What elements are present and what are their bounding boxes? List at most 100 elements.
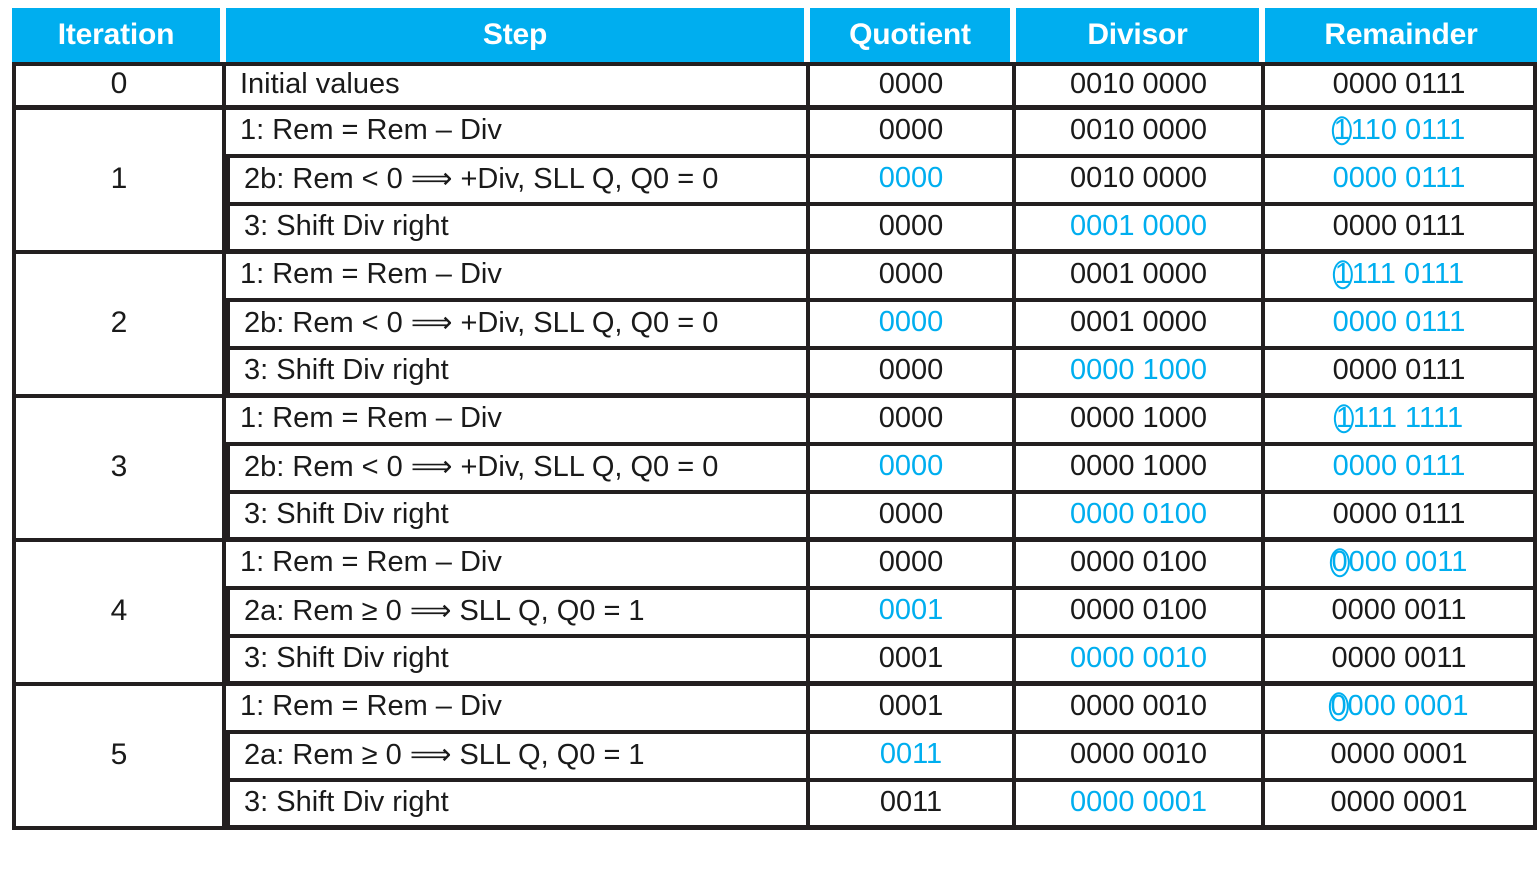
remainder-bits: 110 0111 [1350, 114, 1466, 146]
cell-step: 1: Rem = Rem – Div [226, 542, 810, 590]
cell-divisor: 0000 1000 [1016, 398, 1265, 446]
cell-divisor: 0001 0000 [1016, 206, 1265, 254]
cell-remainder: 0000 0001 [1265, 686, 1537, 734]
cell-remainder: 0000 0111 [1265, 206, 1537, 254]
cell-quotient: 0000 [810, 158, 1016, 206]
table-row: 2b: Rem < 0 ⟹ +Div, SLL Q, Q0 = 0 0000 000… [12, 446, 1537, 494]
cell-iteration: 2 [12, 254, 226, 398]
cell-divisor: 0010 0000 [1016, 110, 1265, 158]
table-row: 2a: Rem ≥ 0 ⟹ SLL Q, Q0 = 1 0001 0000 0100… [12, 590, 1537, 638]
table-row: 3: Shift Div right 0001 0000 0010 0000 0011 [12, 638, 1537, 686]
cell-step: 2b: Rem < 0 ⟹ +Div, SLL Q, Q0 = 0 [226, 302, 810, 350]
cell-remainder: 1110 0111 [1265, 110, 1537, 158]
table-row: 3: Shift Div right 0000 0001 0000 0000 0111 [12, 206, 1537, 254]
table-row: 1 1: Rem = Rem – Div 0000 0010 0000 1110 011… [12, 110, 1537, 254]
cell-quotient: 0000 [810, 254, 1016, 302]
table-row: 3 1: Rem = Rem – Div 0000 0000 1000 1111 111… [12, 398, 1537, 542]
cell-quotient: 0000 [810, 446, 1016, 494]
cell-step: 2a: Rem ≥ 0 ⟹ SLL Q, Q0 = 1 [226, 590, 810, 638]
cell-remainder: 0000 0111 [1265, 446, 1537, 494]
cell-remainder: 0000 0111 [1265, 494, 1537, 542]
column-header-quotient: Quotient [810, 8, 1016, 62]
table-row: 4 1: Rem = Rem – Div 0000 0000 0100 0000 001… [12, 542, 1537, 686]
table-header: Iteration Step Quotient Divisor Remainde… [12, 8, 1537, 62]
cell-quotient: 0001 [810, 686, 1016, 734]
cell-divisor: 0000 0010 [1016, 638, 1265, 686]
cell-step: 2b: Rem < 0 ⟹ +Div, SLL Q, Q0 = 0 [226, 446, 810, 494]
cell-divisor: 0010 0000 [1016, 62, 1265, 110]
column-header-iteration: Iteration [12, 8, 226, 62]
cell-divisor: 0000 0100 [1016, 494, 1265, 542]
header-row: Iteration Step Quotient Divisor Remainde… [12, 8, 1537, 62]
cell-quotient: 0000 [810, 542, 1016, 590]
cell-step: 3: Shift Div right [226, 782, 810, 830]
cell-quotient: 0000 [810, 398, 1016, 446]
column-header-remainder: Remainder [1265, 8, 1537, 62]
table-row: 3: Shift Div right 0000 0000 1000 0000 0111 [12, 350, 1537, 398]
cell-step: Initial values [226, 62, 810, 110]
remainder-bits: 000 0011 [1348, 546, 1468, 578]
cell-divisor: 0000 1000 [1016, 446, 1265, 494]
cell-step: 3: Shift Div right [226, 206, 810, 254]
cell-iteration: 3 [12, 398, 226, 542]
cell-divisor: 0000 0010 [1016, 734, 1265, 782]
circled-sign-bit: 1 [1333, 114, 1350, 146]
cell-iteration: 4 [12, 542, 226, 686]
cell-step: 1: Rem = Rem – Div [226, 110, 810, 158]
cell-remainder: 0000 0001 [1265, 782, 1537, 830]
column-header-step: Step [226, 8, 810, 62]
cell-step: 1: Rem = Rem – Div [226, 686, 810, 734]
cell-step: 2b: Rem < 0 ⟹ +Div, SLL Q, Q0 = 0 [226, 158, 810, 206]
cell-remainder: 0000 0111 [1265, 302, 1537, 350]
table-row: 3: Shift Div right 0000 0000 0100 0000 0111 [12, 494, 1537, 542]
circled-sign-bit: 1 [1334, 258, 1351, 290]
cell-quotient: 0001 [810, 590, 1016, 638]
cell-divisor: 0001 0000 [1016, 302, 1265, 350]
cell-step: 1: Rem = Rem – Div [226, 398, 810, 446]
table-row: 2b: Rem < 0 ⟹ +Div, SLL Q, Q0 = 0 0000 000… [12, 302, 1537, 350]
cell-divisor: 0000 0010 [1016, 686, 1265, 734]
cell-divisor: 0000 1000 [1016, 350, 1265, 398]
remainder-bits: 111 0111 [1351, 258, 1465, 290]
cell-remainder: 0000 0011 [1265, 590, 1537, 638]
cell-step: 3: Shift Div right [226, 350, 810, 398]
cell-quotient: 0011 [810, 734, 1016, 782]
cell-remainder: 0000 0111 [1265, 62, 1537, 110]
cell-quotient: 0000 [810, 110, 1016, 158]
table-row: 5 1: Rem = Rem – Div 0001 0000 0010 0000 000… [12, 686, 1537, 830]
table-row: 2b: Rem < 0 ⟹ +Div, SLL Q, Q0 = 0 0000 001… [12, 158, 1537, 206]
cell-quotient: 0000 [810, 206, 1016, 254]
table-row: 0 Initial values 0000 0010 0000 0000 0111 [12, 62, 1537, 110]
cell-divisor: 0000 0100 [1016, 542, 1265, 590]
cell-step: 2a: Rem ≥ 0 ⟹ SLL Q, Q0 = 1 [226, 734, 810, 782]
table-row: 2 1: Rem = Rem – Div 0000 0001 0000 1111 011… [12, 254, 1537, 398]
cell-quotient: 0000 [810, 62, 1016, 110]
cell-iteration: 0 [12, 62, 226, 110]
cell-divisor: 0000 0100 [1016, 590, 1265, 638]
column-header-divisor: Divisor [1016, 8, 1265, 62]
cell-iteration: 1 [12, 110, 226, 254]
cell-quotient: 0000 [810, 302, 1016, 350]
cell-step: 1: Rem = Rem – Div [226, 254, 810, 302]
remainder-bits: 111 1111 [1352, 402, 1464, 434]
remainder-bits: 000 0001 [1347, 690, 1469, 722]
table-row: 2a: Rem ≥ 0 ⟹ SLL Q, Q0 = 1 0011 0000 0010… [12, 734, 1537, 782]
cell-remainder: 1111 1111 [1265, 398, 1537, 446]
circled-sign-bit: 0 [1331, 546, 1348, 578]
circled-sign-bit: 1 [1335, 402, 1352, 434]
division-algorithm-trace-table: Iteration Step Quotient Divisor Remainde… [12, 8, 1537, 830]
cell-remainder: 0000 0011 [1265, 542, 1537, 590]
cell-remainder: 1111 0111 [1265, 254, 1537, 302]
cell-iteration: 5 [12, 686, 226, 830]
cell-divisor: 0010 0000 [1016, 158, 1265, 206]
table-body: 0 Initial values 0000 0010 0000 0000 0111 1 1:… [12, 62, 1537, 830]
cell-remainder: 0000 0001 [1265, 734, 1537, 782]
cell-divisor: 0000 0001 [1016, 782, 1265, 830]
cell-quotient: 0000 [810, 494, 1016, 542]
cell-remainder: 0000 0111 [1265, 350, 1537, 398]
table-row: 3: Shift Div right 0011 0000 0001 0000 0001 [12, 782, 1537, 830]
cell-divisor: 0001 0000 [1016, 254, 1265, 302]
cell-remainder: 0000 0011 [1265, 638, 1537, 686]
cell-quotient: 0011 [810, 782, 1016, 830]
cell-step: 3: Shift Div right [226, 638, 810, 686]
